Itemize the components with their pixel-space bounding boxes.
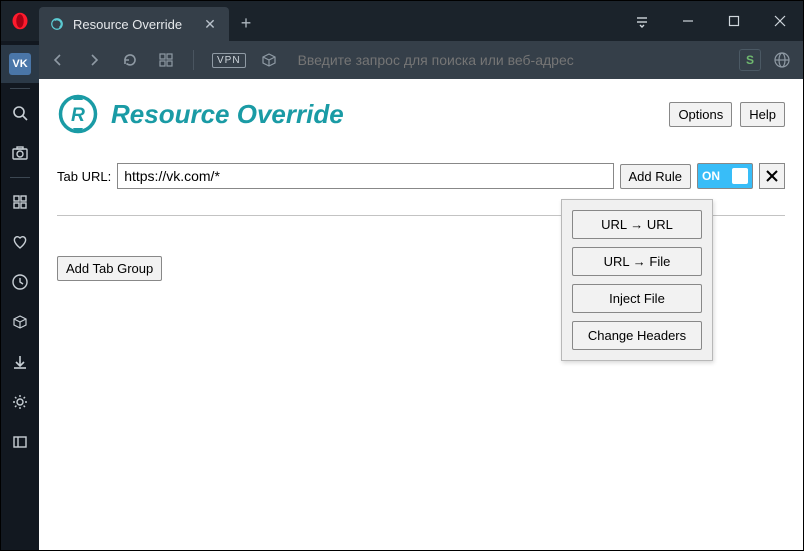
options-button[interactable]: Options [669, 102, 732, 127]
clock-icon [11, 273, 29, 291]
sidebar-history[interactable] [1, 263, 39, 301]
window-maximize-button[interactable] [711, 1, 757, 41]
address-input[interactable] [298, 52, 729, 68]
nav-reload-button[interactable] [117, 47, 143, 73]
camera-icon [11, 144, 29, 162]
gear-icon [11, 393, 29, 411]
tab-favicon [49, 16, 65, 32]
heart-icon [11, 233, 29, 251]
vpn-badge[interactable]: VPN [212, 53, 246, 68]
sidebar-speed-dial[interactable] [1, 183, 39, 221]
panel-icon [12, 434, 28, 450]
page-header: R Resource Override Options Help [57, 93, 785, 135]
nav-speed-dial-button[interactable] [153, 47, 179, 73]
sidebar-extensions[interactable] [1, 303, 39, 341]
add-rule-dropdown: URL → URL URL → File Inject File Change … [561, 199, 713, 361]
opera-menu-button[interactable] [1, 1, 39, 41]
rule-url-to-url[interactable]: URL → URL [572, 210, 702, 239]
rule-inject-file[interactable]: Inject File [572, 284, 702, 313]
browser-tab[interactable]: Resource Override ✕ [39, 7, 229, 41]
window-minimize-button[interactable] [665, 1, 711, 41]
toggle-knob [732, 168, 748, 184]
titlebar: Resource Override ✕ + [1, 1, 803, 41]
sidebar-downloads[interactable] [1, 343, 39, 381]
help-button[interactable]: Help [740, 102, 785, 127]
window-custom-icon[interactable] [619, 1, 665, 41]
add-rule-button[interactable]: Add Rule [620, 164, 691, 189]
remove-group-button[interactable] [759, 163, 785, 189]
close-icon [765, 169, 779, 183]
grid-icon [12, 194, 28, 210]
cube-icon[interactable] [256, 47, 282, 73]
page-title: Resource Override [111, 99, 657, 130]
rule-change-headers[interactable]: Change Headers [572, 321, 702, 350]
tab-close-icon[interactable]: ✕ [201, 16, 219, 33]
nav-back-button[interactable] [45, 47, 71, 73]
svg-text:R: R [71, 105, 85, 126]
toggle-label: ON [702, 169, 720, 183]
sidebar-search[interactable] [1, 94, 39, 132]
sidebar-panel-toggle[interactable] [1, 423, 39, 461]
nav-forward-button[interactable] [81, 47, 107, 73]
sidebar-settings[interactable] [1, 383, 39, 421]
vk-icon: VK [9, 53, 31, 75]
tab-url-label: Tab URL: [57, 169, 111, 184]
tab-url-input[interactable] [117, 163, 613, 189]
app-logo: R [57, 93, 99, 135]
new-tab-button[interactable]: + [229, 5, 263, 41]
tab-title: Resource Override [73, 17, 201, 32]
page-content: R Resource Override Options Help Tab URL… [39, 79, 803, 550]
address-bar: VPN S [1, 41, 803, 79]
extension-badge[interactable]: S [739, 49, 761, 71]
sidebar: VK [1, 41, 39, 550]
sidebar-bookmarks[interactable] [1, 223, 39, 261]
cube-icon [12, 314, 28, 330]
window-close-button[interactable] [757, 1, 803, 41]
toggle-switch[interactable]: ON [697, 163, 753, 189]
download-icon [11, 353, 29, 371]
opera-icon [11, 12, 29, 30]
tab-group: Tab URL: Add Rule ON URL → URL URL → Fil… [57, 163, 785, 216]
sidebar-snapshot[interactable] [1, 134, 39, 172]
search-icon [11, 104, 29, 122]
globe-icon[interactable] [769, 47, 795, 73]
add-tab-group-button[interactable]: Add Tab Group [57, 256, 162, 281]
rule-url-to-file[interactable]: URL → File [572, 247, 702, 276]
window-controls [619, 1, 803, 41]
sidebar-vk[interactable]: VK [1, 45, 39, 83]
